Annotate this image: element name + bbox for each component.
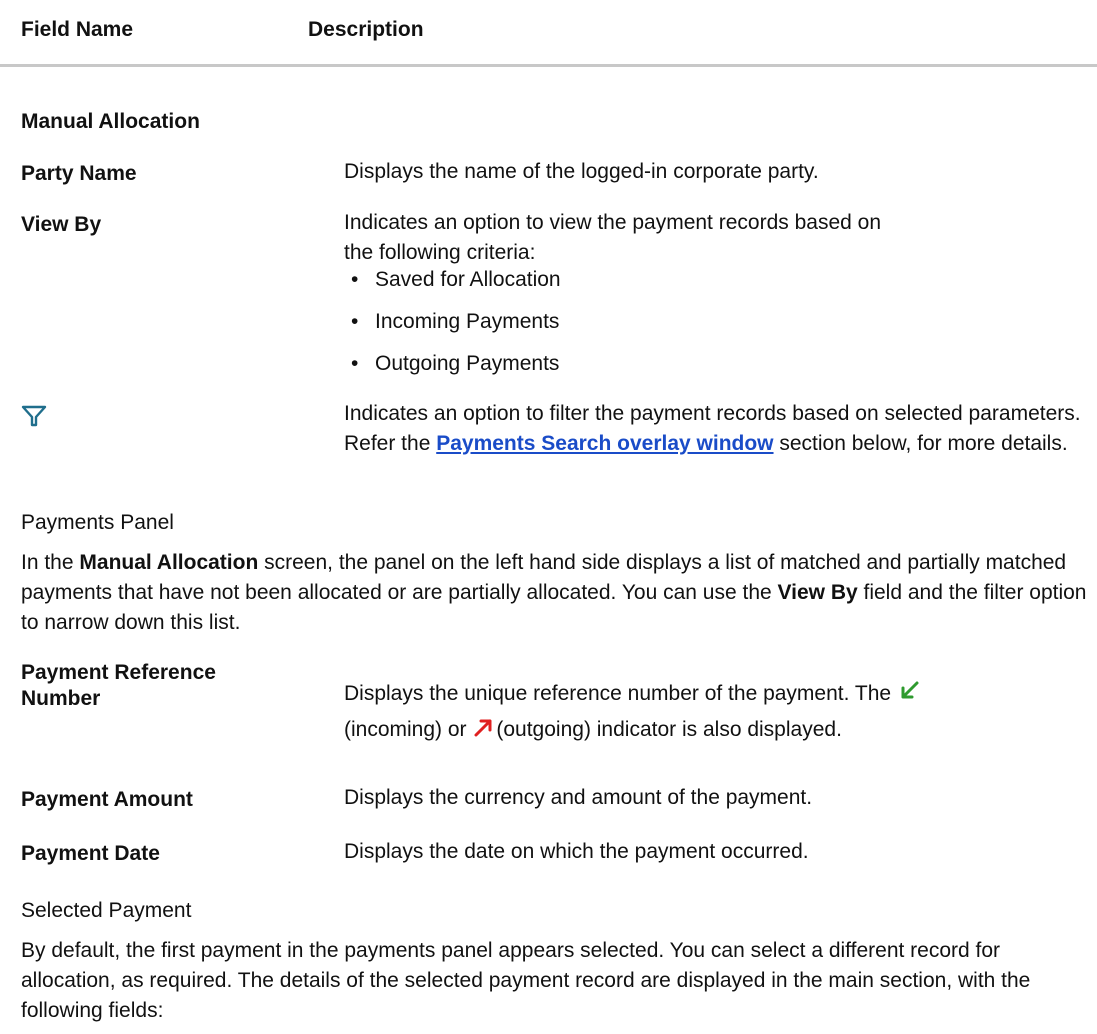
para-bold: View By — [777, 581, 858, 604]
para-text: In the — [21, 551, 80, 574]
view-by-option: Saved for Allocation — [351, 268, 561, 292]
view-by-option: Outgoing Payments — [351, 352, 559, 376]
view-by-label: View By — [21, 213, 102, 236]
payments-panel-desc: In the Manual Allocation screen, the pan… — [21, 548, 1091, 638]
incoming-arrow-icon — [901, 681, 919, 699]
payment-date-label: Payment Date — [21, 842, 160, 865]
party-name-label: Party Name — [21, 162, 137, 185]
ref-desc-text: Displays the unique reference number of … — [344, 682, 897, 705]
document-page: Field Name Description Manual Allocation… — [0, 0, 1097, 1034]
filter-desc: Indicates an option to filter the paymen… — [344, 399, 1097, 459]
payment-amount-desc: Displays the currency and amount of the … — [344, 786, 813, 809]
selected-payment-title: Selected Payment — [21, 899, 192, 922]
view-by-option: Incoming Payments — [351, 310, 559, 334]
payment-ref-label: Payment Reference Number — [21, 661, 216, 710]
filter-icon — [21, 405, 47, 427]
payments-search-link[interactable]: Payments Search overlay window — [436, 432, 773, 455]
view-by-desc: Indicates an option to view the payment … — [344, 211, 881, 264]
payments-panel-title: Payments Panel — [21, 511, 174, 534]
header-field-name: Field Name — [21, 18, 134, 41]
party-name-desc: Displays the name of the logged-in corpo… — [344, 160, 819, 183]
table-header: Field Name Description — [0, 0, 1097, 67]
outgoing-text: (outgoing) indicator is also displayed. — [496, 718, 842, 741]
section-title: Manual Allocation — [21, 110, 200, 133]
outgoing-arrow-icon — [474, 719, 492, 737]
payment-amount-label: Payment Amount — [21, 788, 193, 811]
header-description: Description — [308, 18, 424, 41]
incoming-text: (incoming) or — [344, 718, 473, 741]
payment-date-desc: Displays the date on which the payment o… — [344, 840, 809, 863]
para-bold: Manual Allocation — [79, 551, 259, 574]
payment-ref-desc: Displays the unique reference number of … — [344, 676, 1084, 748]
selected-payment-desc: By default, the first payment in the pay… — [21, 939, 1031, 1022]
filter-desc-text-after: section below, for more details. — [773, 432, 1068, 455]
